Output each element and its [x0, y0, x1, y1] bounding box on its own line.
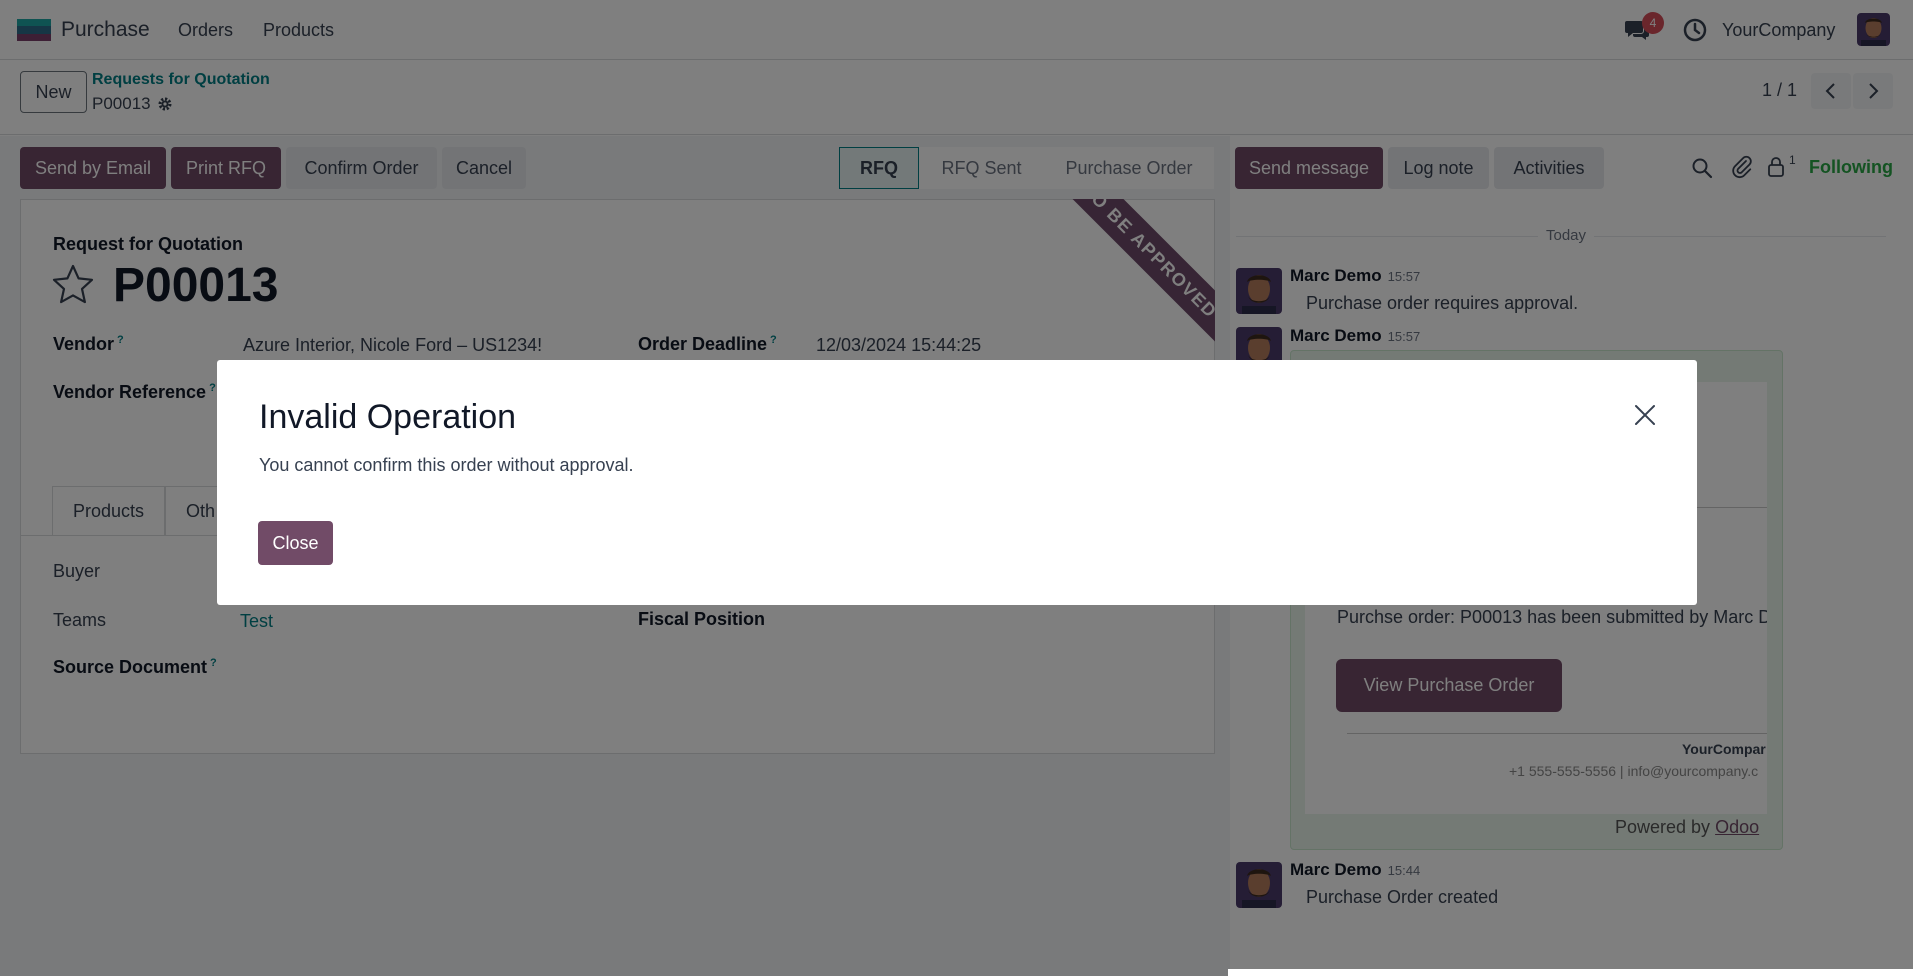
dialog-title: Invalid Operation [259, 398, 517, 436]
close-icon[interactable] [1633, 403, 1657, 427]
close-button[interactable]: Close [258, 521, 333, 565]
dialog-message: You cannot confirm this order without ap… [259, 455, 634, 475]
error-dialog: Invalid Operation You cannot confirm thi… [217, 360, 1697, 605]
bottom-strip [1228, 969, 1913, 976]
